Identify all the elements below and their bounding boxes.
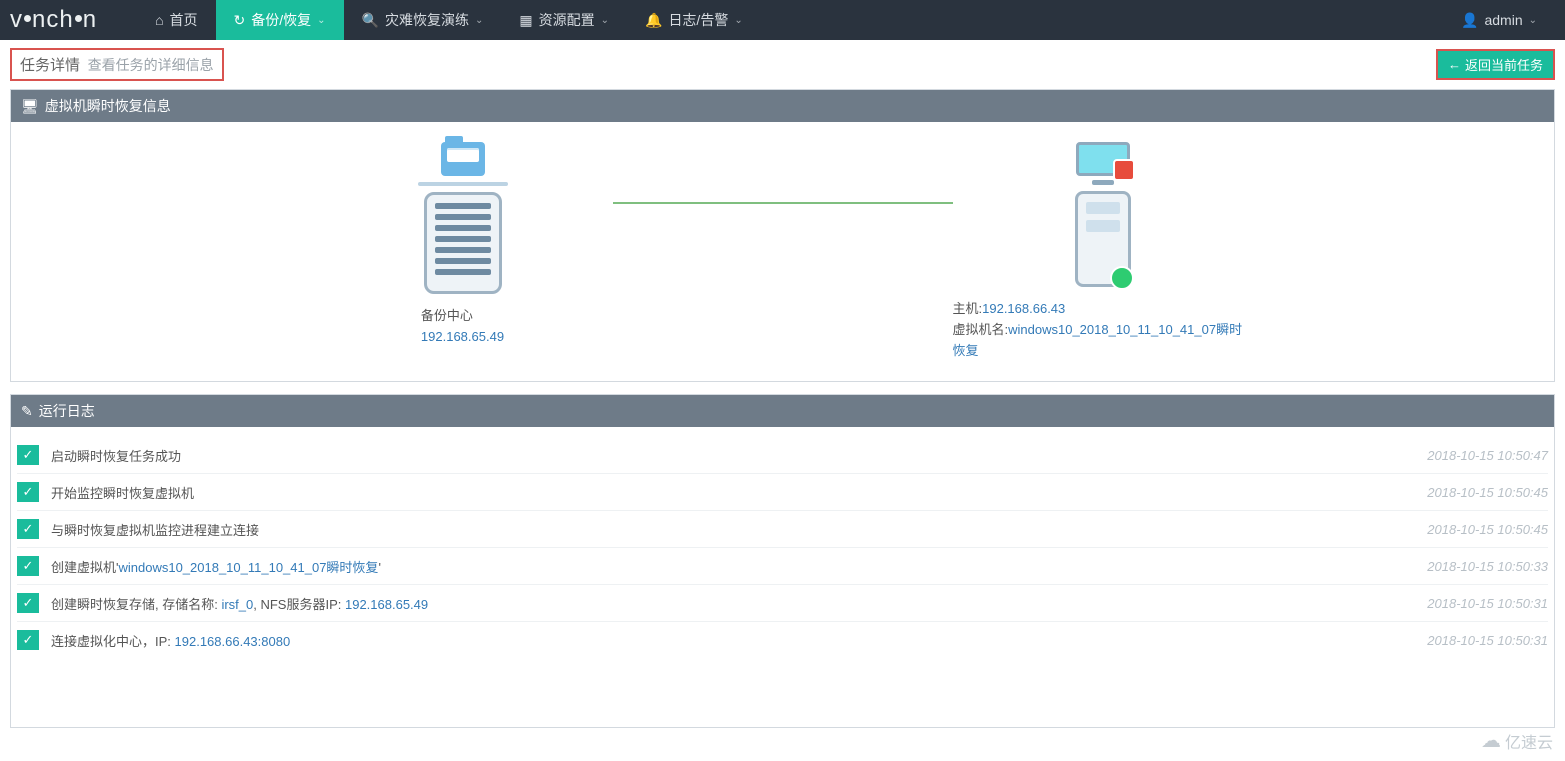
nav-label: 灾难恢复演练	[385, 10, 469, 30]
log-message: 与瞬时恢复虚拟机监控进程建立连接	[51, 520, 1427, 539]
log-link[interactable]: windows10_2018_10_11_10_41_07瞬时恢复	[118, 560, 378, 575]
caret-icon: ⌄	[317, 15, 325, 26]
watermark-text: 亿速云	[1505, 729, 1553, 753]
log-message: 开始监控瞬时恢复虚拟机	[51, 483, 1427, 502]
log-list: ✓ 启动瞬时恢复任务成功2018-10-15 10:50:47 ✓ 开始监控瞬时恢复虚…	[11, 427, 1554, 727]
user-icon: 👤	[1461, 12, 1478, 29]
backup-center-label: 备份中心	[421, 306, 504, 327]
log-timestamp: 2018-10-15 10:50:31	[1427, 596, 1548, 611]
nav-home[interactable]: ⌂ 首页	[137, 0, 215, 40]
panel-title: 虚拟机瞬时恢复信息	[45, 96, 171, 116]
caret-icon: ⌄	[475, 15, 483, 26]
log-row: ✓ 创建瞬时恢复存储, 存储名称: irsf_0, NFS服务器IP: 192.1…	[17, 585, 1548, 622]
diagram-backup-center: 备份中心 192.168.65.49	[313, 142, 613, 348]
panel-vm-instant-recovery: 🖥 虚拟机瞬时恢复信息 备份中心 192.168.65.49	[10, 89, 1555, 382]
check-icon: ✓	[17, 445, 39, 465]
nav-label: 备份/恢复	[251, 10, 311, 30]
navbar: vnchn ⌂ 首页 ↻ 备份/恢复 ⌄ 🔍 灾难恢复演练 ⌄ ▦ 资源配置 ⌄ 🔔 日志/告警 ⌄ 👤 …	[0, 0, 1565, 40]
log-timestamp: 2018-10-15 10:50:47	[1427, 448, 1548, 463]
nav-bell[interactable]: 🔔 日志/告警 ⌄	[627, 0, 761, 40]
host-label: 主机:	[953, 301, 983, 316]
check-icon: ✓	[17, 630, 39, 650]
search-icon: 🔍	[362, 12, 379, 29]
log-message: 启动瞬时恢复任务成功	[51, 446, 1427, 465]
diagram-host: 主机:192.168.66.43 虚拟机名:windows10_2018_10_…	[953, 142, 1253, 361]
page-title: 任务详情	[20, 57, 80, 74]
brand-logo: vnchn	[10, 6, 97, 34]
return-button[interactable]: ← 返回当前任务	[1436, 49, 1555, 80]
cloud-icon: ☁	[1481, 728, 1501, 753]
page-subtitle: 查看任务的详细信息	[88, 57, 214, 73]
edit-icon: ✎	[21, 403, 33, 420]
nav-search[interactable]: 🔍 灾难恢复演练 ⌄	[344, 0, 502, 40]
monitor-icon: 🖥	[21, 98, 39, 115]
log-link[interactable]: 192.168.66.43:8080	[175, 634, 291, 649]
user-menu[interactable]: 👤 admin ⌄	[1443, 0, 1555, 40]
backup-center-ip[interactable]: 192.168.65.49	[421, 329, 504, 344]
user-label: admin	[1484, 12, 1522, 28]
page-title-box: 任务详情 查看任务的详细信息	[10, 48, 224, 81]
storage-icon	[418, 142, 508, 294]
titlebar: 任务详情 查看任务的详细信息 ← 返回当前任务	[0, 40, 1565, 89]
host-ip[interactable]: 192.168.66.43	[982, 301, 1065, 316]
panel-run-log: ✎ 运行日志 ✓ 启动瞬时恢复任务成功2018-10-15 10:50:47 ✓ 开始…	[10, 394, 1555, 728]
nav-grid[interactable]: ▦ 资源配置 ⌄	[501, 0, 627, 40]
nav-label: 首页	[170, 10, 198, 30]
log-row: ✓ 与瞬时恢复虚拟机监控进程建立连接2018-10-15 10:50:45	[17, 511, 1548, 548]
log-timestamp: 2018-10-15 10:50:45	[1427, 522, 1548, 537]
caret-icon: ⌄	[1529, 15, 1537, 26]
panel-head: ✎ 运行日志	[11, 395, 1554, 427]
log-timestamp: 2018-10-15 10:50:33	[1427, 559, 1548, 574]
log-link[interactable]: irsf_0	[221, 597, 253, 612]
bell-icon: 🔔	[645, 12, 662, 29]
nav-refresh[interactable]: ↻ 备份/恢复 ⌄	[216, 0, 344, 40]
log-link[interactable]: 192.168.65.49	[345, 597, 428, 612]
return-button-label: 返回当前任务	[1465, 55, 1543, 74]
caret-icon: ⌄	[734, 15, 742, 26]
caret-icon: ⌄	[601, 15, 609, 26]
panel-head: 🖥 虚拟机瞬时恢复信息	[11, 90, 1554, 122]
watermark: ☁ 亿速云	[1481, 728, 1553, 753]
log-row: ✓ 开始监控瞬时恢复虚拟机2018-10-15 10:50:45	[17, 474, 1548, 511]
log-message: 创建虚拟机'windows10_2018_10_11_10_41_07瞬时恢复'	[51, 557, 1427, 576]
nav-label: 日志/告警	[668, 10, 728, 30]
recovery-diagram: 备份中心 192.168.65.49 主机:192.168.66.43 虚拟机名…	[31, 142, 1534, 361]
home-icon: ⌂	[155, 12, 163, 28]
log-timestamp: 2018-10-15 10:50:31	[1427, 633, 1548, 648]
check-icon: ✓	[17, 519, 39, 539]
check-icon: ✓	[17, 482, 39, 502]
log-message: 连接虚拟化中心，IP: 192.168.66.43:8080	[51, 631, 1427, 650]
check-icon: ✓	[17, 593, 39, 613]
log-row: ✓ 创建虚拟机'windows10_2018_10_11_10_41_07瞬时恢复…	[17, 548, 1548, 585]
log-timestamp: 2018-10-15 10:50:45	[1427, 485, 1548, 500]
log-row: ✓ 启动瞬时恢复任务成功2018-10-15 10:50:47	[17, 437, 1548, 474]
host-icon	[1075, 142, 1131, 287]
log-row: ✓ 连接虚拟化中心，IP: 192.168.66.43:80802018-10-1…	[17, 622, 1548, 658]
nav-label: 资源配置	[539, 10, 595, 30]
refresh-icon: ↻	[234, 12, 246, 29]
grid-icon: ▦	[519, 12, 532, 29]
log-message: 创建瞬时恢复存储, 存储名称: irsf_0, NFS服务器IP: 192.16…	[51, 594, 1427, 613]
vm-name-label: 虚拟机名:	[953, 322, 1009, 337]
check-icon: ✓	[17, 556, 39, 576]
arrow-left-icon: ←	[1448, 57, 1461, 72]
panel-title: 运行日志	[39, 401, 95, 421]
